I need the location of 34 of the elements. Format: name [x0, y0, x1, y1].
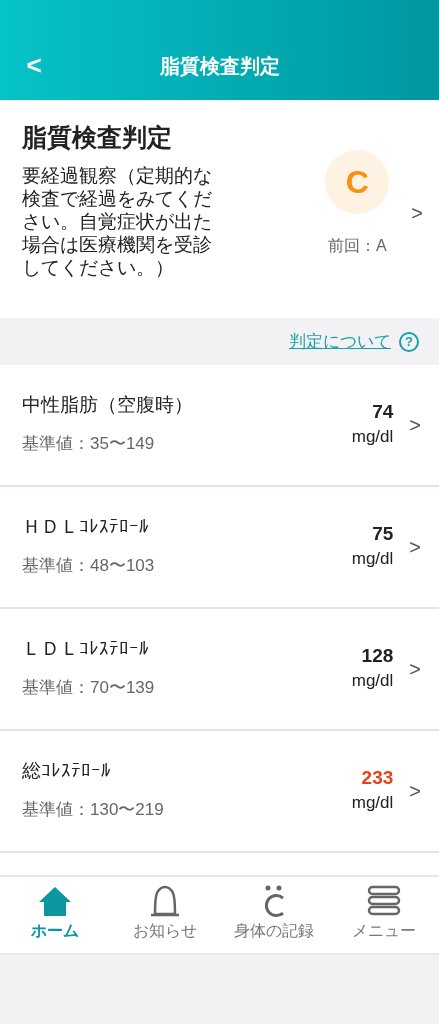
grade-badge: C [325, 150, 390, 214]
help-icon[interactable]: ? [399, 331, 419, 352]
result-name: ＨＤＬｺﾚｽﾃﾛｰﾙ [22, 515, 150, 539]
menu-icon [367, 885, 402, 917]
nav-tab[interactable]: 身体の記録 [219, 877, 330, 953]
home-icon [37, 885, 72, 917]
chevron-icon: > [409, 532, 421, 562]
nav-tab[interactable]: メニュー [329, 877, 439, 953]
about-link[interactable]: 判定について [289, 328, 391, 355]
summary-card[interactable]: 脂質検査判定 要経過観察（定期的な検査で経過をみてください。自覚症状が出た場合は医療機関を受診してください。） C 前回：A > [0, 100, 439, 318]
chevron-icon: > [409, 776, 421, 806]
chevron-icon: > [409, 410, 421, 440]
chevron-icon: > [409, 654, 421, 684]
result-name: ＬＤＬｺﾚｽﾃﾛｰﾙ [22, 637, 150, 661]
unit-label: mg/dl [351, 669, 394, 692]
reference-range: 基準値：48〜103 [22, 554, 156, 577]
reference-range: 基準値：130〜219 [22, 798, 165, 821]
reference-range: 基準値：35〜149 [22, 432, 156, 455]
unit-label: mg/dl [351, 547, 394, 570]
result-name: 中性脂肪（空腹時） [22, 393, 194, 417]
reference-range: 基準値：70〜139 [22, 676, 156, 699]
result-name: 総ｺﾚｽﾃﾛｰﾙ [22, 759, 112, 783]
nav-tab[interactable]: ホーム [0, 877, 110, 953]
page-title: 脂質検査判定 [158, 54, 281, 78]
result-value: 233 [360, 766, 394, 790]
summary-description: 要経過観察（定期的な検査で経過をみてください。自覚症状が出た場合は医療機関を受診してください。） [22, 164, 213, 279]
result-value: 74 [371, 400, 394, 424]
result-value: 128 [360, 644, 394, 668]
result-value: 75 [371, 522, 394, 546]
nav-tab[interactable]: お知らせ [109, 877, 220, 953]
unit-label: mg/dl [351, 791, 394, 814]
unit-label: mg/dl [351, 425, 394, 448]
previous-grade: 前回：A [327, 236, 387, 256]
summary-title: 脂質検査判定 [22, 122, 173, 152]
